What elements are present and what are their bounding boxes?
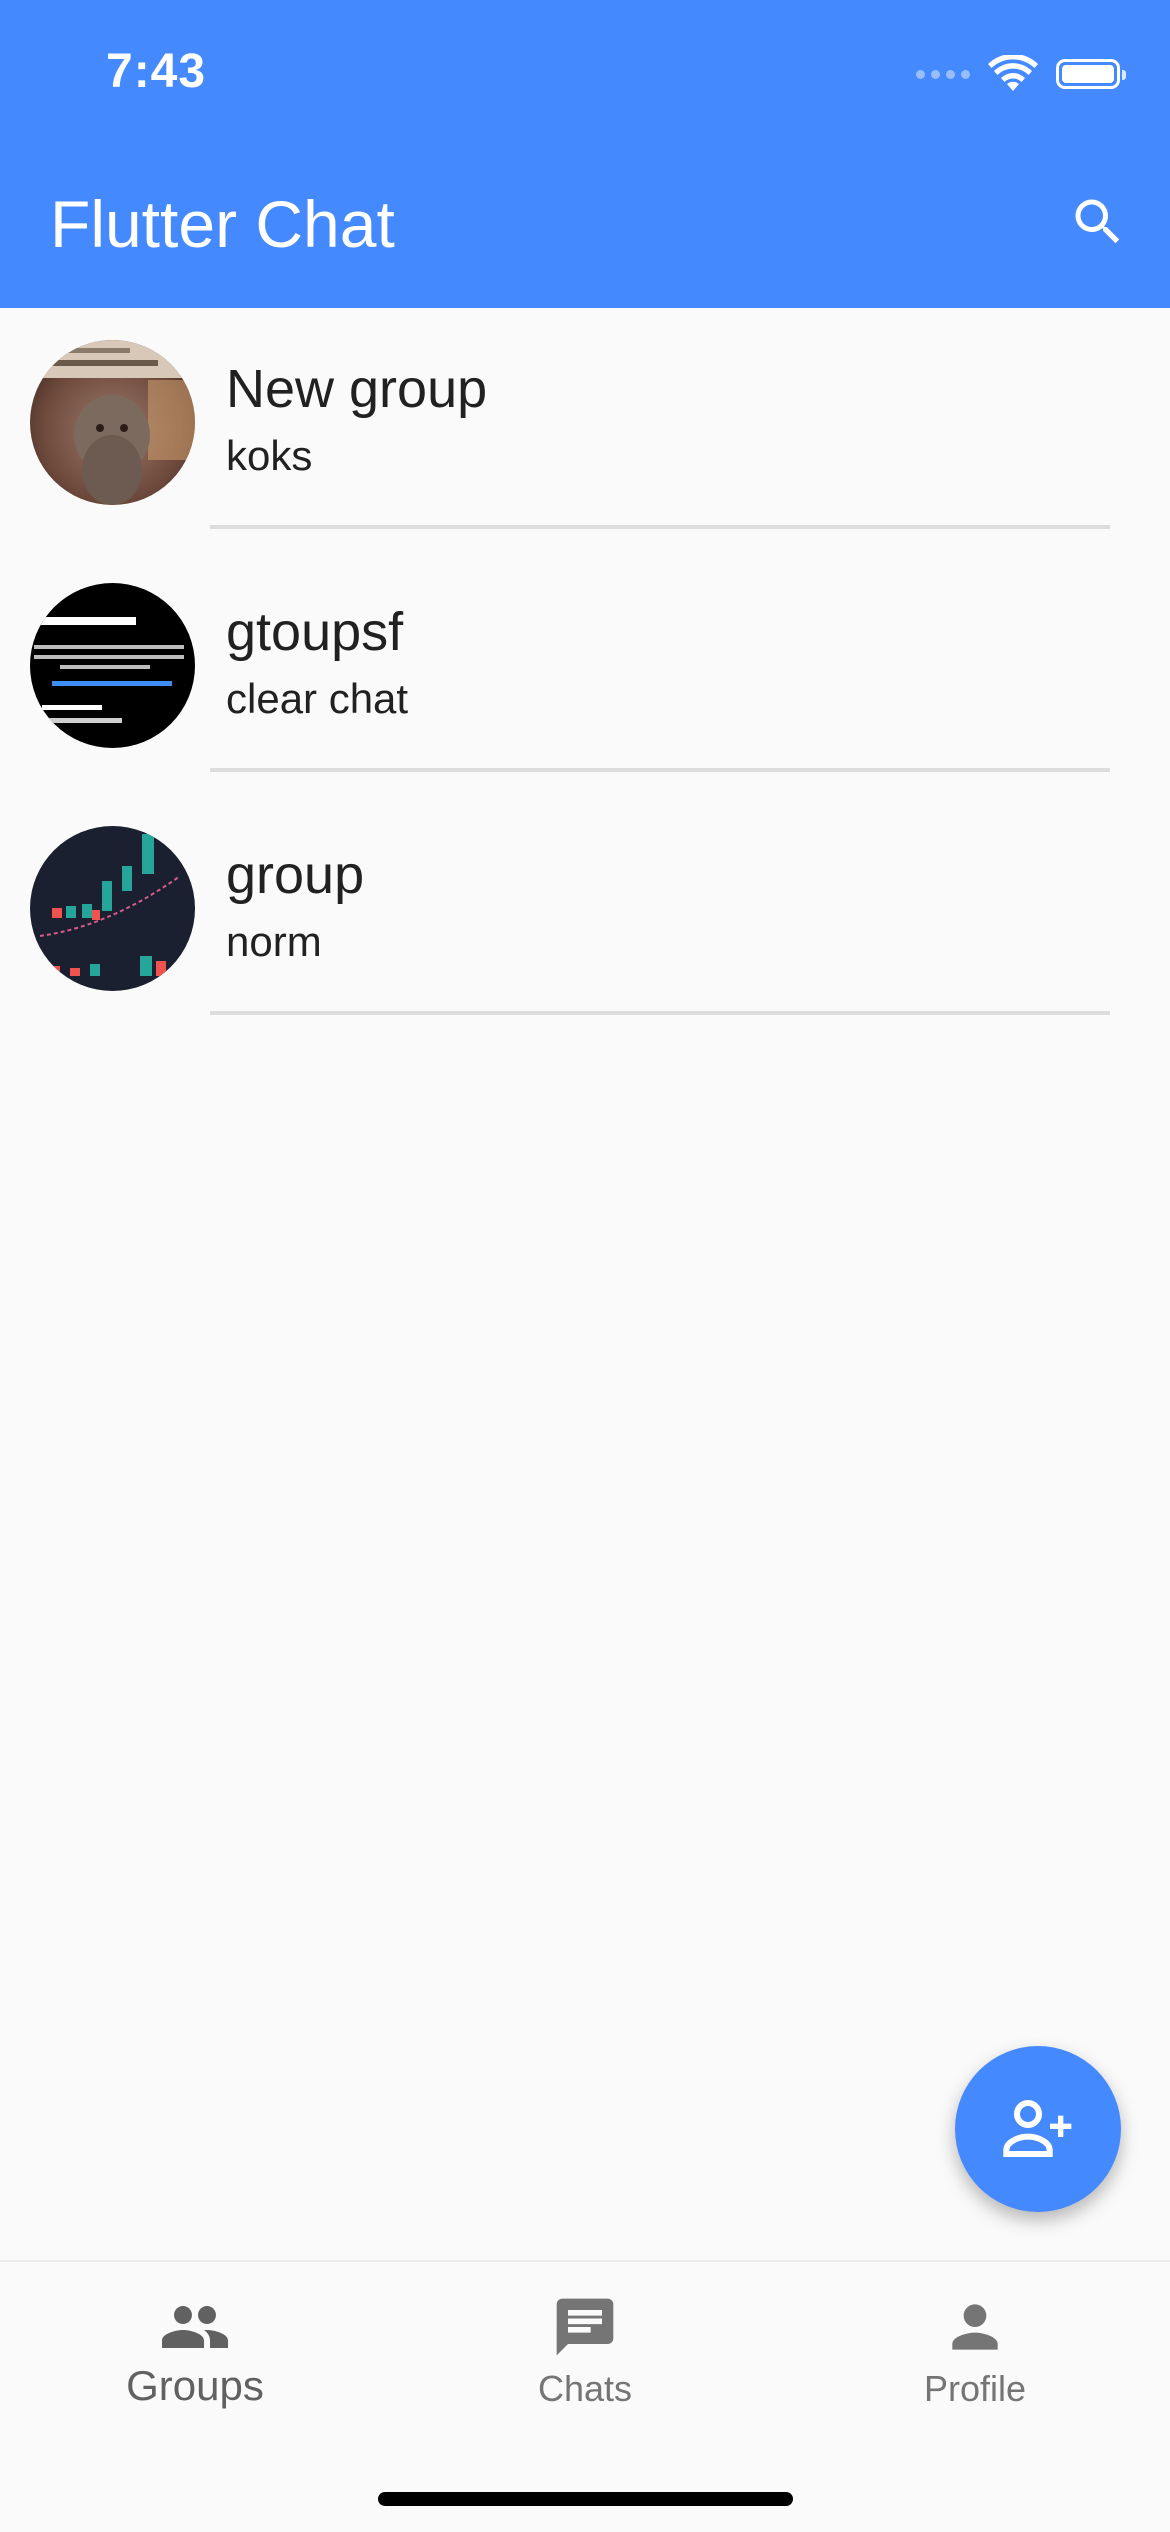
last-message: norm [226,918,322,965]
nav-item-chats[interactable]: Chats [390,2292,780,2410]
divider [210,1011,1110,1015]
chat-icon [556,2298,614,2356]
divider [210,768,1110,772]
cellular-signal-icon [916,69,970,79]
nav-item-profile[interactable]: Profile [780,2292,1170,2410]
status-indicators [916,52,1126,96]
wifi-icon [988,55,1038,91]
nav-label-groups: Groups [126,2362,264,2409]
add-user-button[interactable] [955,2046,1121,2212]
group-name: gtoupsf [226,602,404,662]
list-item[interactable]: group norm [0,794,1170,1037]
add-user-icon [1003,2099,1072,2157]
search-button[interactable] [1062,186,1134,258]
screen: 7:43 Flutter Chat New group koks gtoupsf… [0,0,1170,2532]
groups-icon [162,2306,228,2348]
page-title: Flutter Chat [50,187,395,261]
avatar [30,826,195,991]
last-message: clear chat [226,675,409,722]
group-name: New group [226,359,488,419]
nav-label-chats: Chats [537,2368,633,2409]
list-item[interactable]: gtoupsf clear chat [0,551,1170,794]
divider [210,525,1110,529]
group-name: group [226,845,365,905]
nav-item-groups[interactable]: Groups [0,2292,390,2410]
group-list: New group koks gtoupsf clear chat group … [0,308,1170,1037]
home-indicator[interactable] [378,2492,793,2506]
avatar [30,340,195,505]
nav-label-profile: Profile [923,2368,1027,2409]
app-bar: 7:43 Flutter Chat [0,0,1170,308]
list-item[interactable]: New group koks [0,308,1170,551]
search-icon [1075,199,1120,244]
last-message: koks [226,432,313,479]
avatar [30,583,195,748]
person-icon [952,2304,998,2350]
battery-icon [1056,59,1126,89]
status-time: 7:43 [106,45,207,98]
